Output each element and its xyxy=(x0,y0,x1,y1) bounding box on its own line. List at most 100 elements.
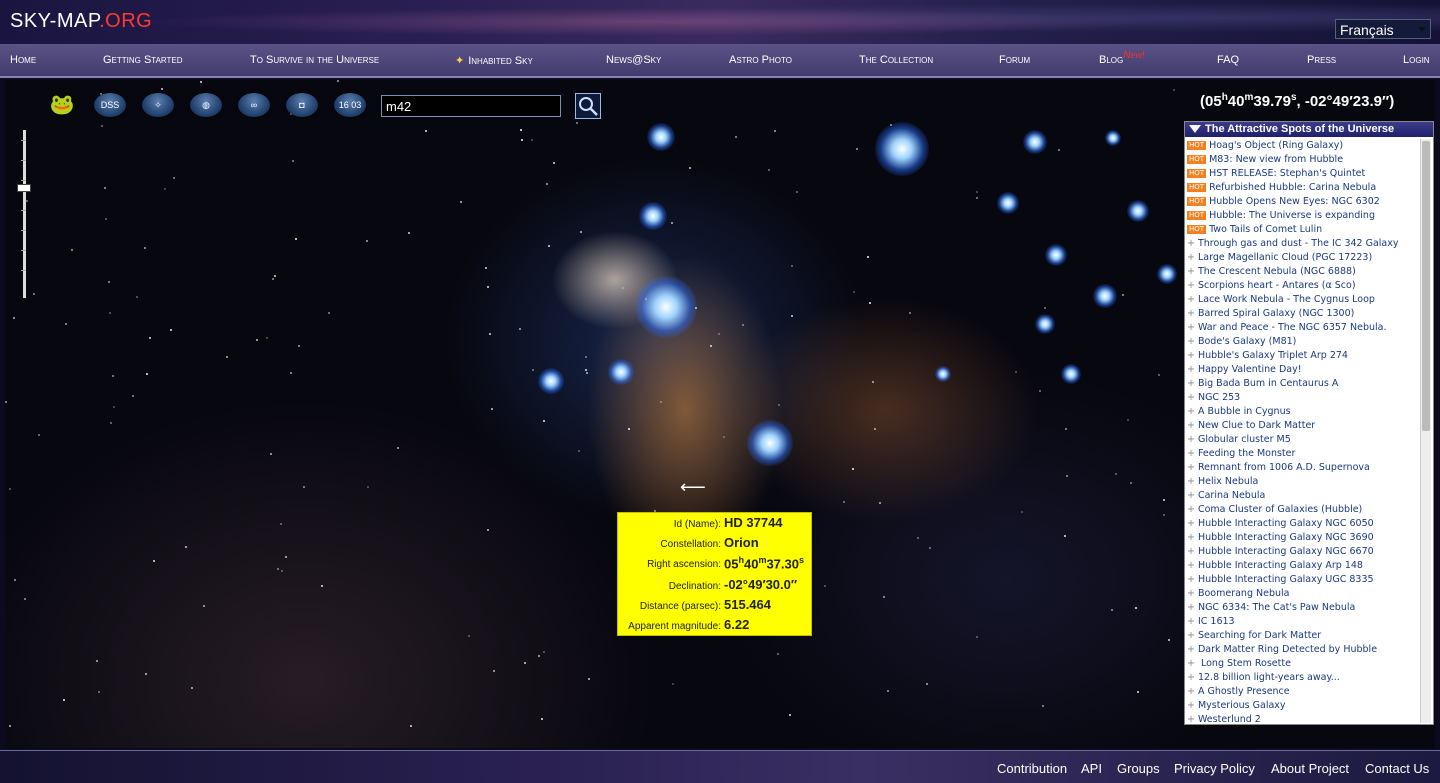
list-item[interactable]: + Scorpions heart - Antares (α Sco) xyxy=(1187,279,1419,293)
nav-inhabited-sky[interactable]: ✦ Inhabited Sky xyxy=(455,54,533,67)
list-item[interactable]: + Happy Valentine Day! xyxy=(1187,363,1419,377)
nav-the-collection[interactable]: The Collection xyxy=(859,54,933,66)
list-item[interactable]: + Westerlund 2 xyxy=(1187,713,1419,727)
list-item[interactable]: HOT Hubble Opens New Eyes: NGC 6302 xyxy=(1187,195,1419,209)
list-item[interactable]: + Hubble Interacting Galaxy UGC 8335 xyxy=(1187,573,1419,587)
zoom-slider-handle[interactable] xyxy=(17,184,31,192)
popup-dec-label: Declination: xyxy=(668,581,721,592)
faint-star xyxy=(144,247,146,249)
bright-star xyxy=(997,192,1019,214)
list-item[interactable]: + Globular cluster M5 xyxy=(1187,433,1419,447)
popup-row-ra: Right ascension: 05h40m37.30s xyxy=(618,555,813,573)
list-item[interactable]: + NGC 253 xyxy=(1187,391,1419,405)
panel-scrollbar[interactable] xyxy=(1420,139,1431,723)
faint-star xyxy=(272,278,274,280)
plus-icon: + xyxy=(1187,672,1195,683)
search-button[interactable] xyxy=(575,93,601,119)
constellation-icon[interactable]: ✧ xyxy=(142,93,174,117)
list-item[interactable]: + Helix Nebula xyxy=(1187,475,1419,489)
plus-icon: + xyxy=(1187,280,1195,291)
plus-icon: + xyxy=(1187,532,1195,543)
faint-star xyxy=(548,245,550,247)
nav-login[interactable]: Login xyxy=(1403,54,1430,66)
list-item[interactable]: + Remnant from 1006 A.D. Supernova xyxy=(1187,461,1419,475)
zoom-slider[interactable] xyxy=(17,130,31,298)
nav-forum[interactable]: Forum xyxy=(999,54,1030,66)
camera-icon[interactable]: ◘ xyxy=(286,93,318,117)
list-item[interactable]: + Lace Work Nebula - The Cygnus Loop xyxy=(1187,293,1419,307)
list-item[interactable]: + War and Peace - The NGC 6357 Nebula. xyxy=(1187,321,1419,335)
list-item[interactable]: + Through gas and dust - The IC 342 Galax… xyxy=(1187,237,1419,251)
frog-icon[interactable]: 🐸 xyxy=(46,93,78,117)
panel-header[interactable]: The Attractive Spots of the Universe xyxy=(1185,122,1433,137)
nav-astro-photo[interactable]: Astro Photo xyxy=(729,54,792,66)
faint-star xyxy=(328,312,330,314)
footer-contact-us[interactable]: Contact Us xyxy=(1365,761,1429,776)
plus-icon: + xyxy=(1187,392,1195,403)
plus-icon: + xyxy=(1187,364,1195,375)
footer-groups[interactable]: Groups xyxy=(1117,761,1160,776)
scrollbar-thumb[interactable] xyxy=(1422,141,1430,431)
nav-survive-universe[interactable]: To Survive in the Universe xyxy=(250,54,379,66)
footer-privacy-policy[interactable]: Privacy Policy xyxy=(1174,761,1255,776)
nav-getting-started[interactable]: Getting Started xyxy=(103,54,183,66)
list-item[interactable]: + New Clue to Dark Matter xyxy=(1187,419,1419,433)
list-item[interactable]: + Bode's Galaxy (M81) xyxy=(1187,335,1419,349)
list-item[interactable]: + Boomerang Nebula xyxy=(1187,587,1419,601)
faint-star xyxy=(576,122,578,124)
list-item[interactable]: HOT Hoag's Object (Ring Galaxy) xyxy=(1187,139,1419,153)
bright-star xyxy=(647,123,675,151)
list-item[interactable]: HOT HST RELEASE: Stephan's Quintet xyxy=(1187,167,1419,181)
nav-press[interactable]: Press xyxy=(1307,54,1336,66)
list-item[interactable]: + Long Stem Rosette xyxy=(1187,657,1419,671)
clock-button[interactable]: 16 03 xyxy=(334,93,366,117)
list-item[interactable]: + Feeding the Monster xyxy=(1187,447,1419,461)
list-item[interactable]: + Dark Matter Ring Detected by Hubble xyxy=(1187,643,1419,657)
list-item[interactable]: HOT Hubble: The Universe is expanding xyxy=(1187,209,1419,223)
list-item[interactable]: + Coma Cluster of Galaxies (Hubble) xyxy=(1187,503,1419,517)
list-item[interactable]: + NGC 6334: The Cat's Paw Nebula xyxy=(1187,601,1419,615)
search-input[interactable] xyxy=(381,95,561,117)
nav-inhabited-sky-label: Inhabited Sky xyxy=(468,55,533,67)
list-item[interactable]: + Large Magellanic Cloud (PGC 17223) xyxy=(1187,251,1419,265)
list-item[interactable]: + Searching for Dark Matter xyxy=(1187,629,1419,643)
list-item[interactable]: + Barred Spiral Galaxy (NGC 1300) xyxy=(1187,307,1419,321)
list-item[interactable]: + Carina Nebula xyxy=(1187,489,1419,503)
dss-button[interactable]: DSS xyxy=(94,93,126,117)
infinity-icon[interactable]: ∞ xyxy=(238,93,270,117)
list-item[interactable]: + A Bubble in Cygnus xyxy=(1187,405,1419,419)
faint-star xyxy=(521,139,523,141)
list-item[interactable]: + Big Bada Bum in Centaurus A xyxy=(1187,377,1419,391)
list-item[interactable]: + A Ghostly Presence xyxy=(1187,685,1419,699)
nav-blog[interactable]: BlogNew! xyxy=(1099,50,1145,66)
footer-contribution[interactable]: Contribution xyxy=(997,761,1067,776)
list-item[interactable]: HOT Refurbished Hubble: Carina Nebula xyxy=(1187,181,1419,195)
faint-star xyxy=(777,653,779,655)
list-item[interactable]: + Hubble Interacting Galaxy NGC 6670 xyxy=(1187,545,1419,559)
nav-home[interactable]: Home xyxy=(10,54,36,66)
nav-faq[interactable]: FAQ xyxy=(1217,54,1239,66)
faint-star xyxy=(541,718,543,720)
footer-api[interactable]: API xyxy=(1081,761,1102,776)
footer-about-project[interactable]: About Project xyxy=(1271,761,1349,776)
list-item[interactable]: + Hubble Interacting Galaxy NGC 3690 xyxy=(1187,531,1419,545)
faint-star xyxy=(1173,89,1175,91)
bright-star xyxy=(1023,130,1047,154)
list-item-label: Lace Work Nebula - The Cygnus Loop xyxy=(1197,294,1375,305)
list-item[interactable]: + Mysterious Galaxy xyxy=(1187,699,1419,713)
grid-globe-icon[interactable]: ◍ xyxy=(190,93,222,117)
list-item[interactable]: + Hubble's Galaxy Triplet Arp 274 xyxy=(1187,349,1419,363)
list-item[interactable]: + Hubble Interacting Galaxy NGC 6050 xyxy=(1187,517,1419,531)
language-select[interactable]: Français xyxy=(1335,19,1431,39)
site-logo[interactable]: SKY-MAP.ORG xyxy=(10,10,152,33)
list-item[interactable]: + The Crescent Nebula (NGC 6888) xyxy=(1187,265,1419,279)
list-item[interactable]: + Hubble Interacting Galaxy Arp 148 xyxy=(1187,559,1419,573)
list-item[interactable]: HOT M83: New view from Hubble xyxy=(1187,153,1419,167)
list-item[interactable]: HOT Two Tails of Comet Lulin xyxy=(1187,223,1419,237)
list-item-label: Large Magellanic Cloud (PGC 17223) xyxy=(1197,252,1373,263)
faint-star xyxy=(337,80,339,82)
nav-news-sky[interactable]: News@Sky xyxy=(606,54,661,66)
list-item[interactable]: +12.8 billion light-years away... xyxy=(1187,671,1419,685)
list-item[interactable]: + IC 1613 xyxy=(1187,615,1419,629)
plus-icon: + xyxy=(1187,602,1195,613)
